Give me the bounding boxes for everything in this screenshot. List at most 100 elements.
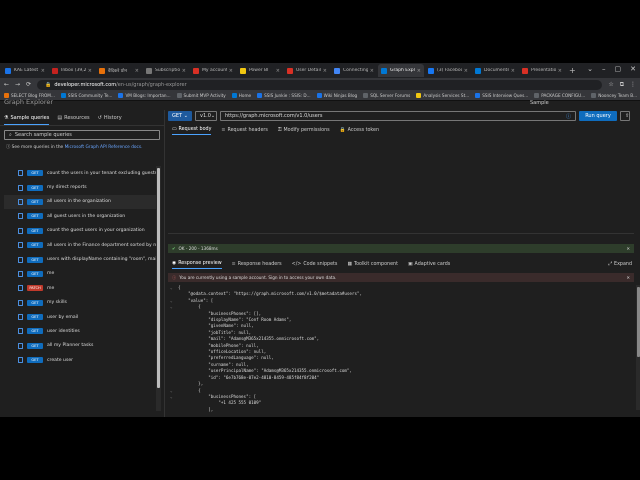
close-icon[interactable]: ×	[276, 68, 280, 74]
bookmark-item[interactable]: Analysis Services St...	[416, 93, 469, 98]
document-icon[interactable]	[18, 170, 23, 177]
scrollbar-thumb[interactable]	[636, 287, 640, 357]
close-icon[interactable]: ×	[88, 68, 92, 74]
close-icon[interactable]: ×	[558, 68, 562, 74]
browser-tab[interactable]: My account ×	[190, 64, 236, 77]
tab-request-body[interactable]: ▭ Request body	[172, 127, 212, 135]
forward-icon[interactable]: →	[15, 81, 20, 88]
document-icon[interactable]	[18, 270, 23, 277]
version-select[interactable]: v1.0 ⌄	[195, 111, 217, 121]
close-icon[interactable]: ✕	[630, 65, 636, 73]
sample-query-item[interactable]: GET all guest users in the organization	[4, 209, 156, 223]
document-icon[interactable]	[18, 242, 23, 249]
tab-adaptive-cards[interactable]: ▣ Adaptive cards	[408, 261, 450, 269]
document-icon[interactable]	[18, 328, 23, 335]
close-icon[interactable]: ×	[511, 68, 515, 74]
extensions-icon[interactable]: ⧉	[620, 81, 624, 89]
bookmark-item[interactable]: PACKAGE CONFIGU...	[534, 93, 585, 98]
document-icon[interactable]	[18, 256, 23, 263]
browser-tab[interactable]: Presentation×	[519, 64, 565, 77]
maximize-icon[interactable]: ▢	[615, 65, 622, 73]
close-icon[interactable]: ✕	[626, 275, 630, 280]
document-icon[interactable]	[18, 285, 23, 292]
document-icon[interactable]	[18, 342, 23, 349]
chevron-down-icon[interactable]: ⌄	[587, 65, 593, 73]
tab-response-preview[interactable]: ◉ Response preview	[172, 261, 222, 269]
response-preview-code[interactable]: ⌄{ "@odata.context": "https://graph.micr…	[170, 285, 630, 415]
close-icon[interactable]: ×	[370, 68, 374, 74]
bookmark-item[interactable]: Home	[231, 93, 251, 98]
bookmark-item[interactable]: SSIS Community Te...	[60, 93, 112, 98]
sample-query-item[interactable]: GET users with displayName containing "ro…	[4, 252, 156, 266]
browser-tab[interactable]: Graph Explo×	[378, 64, 424, 77]
tab-code-snippets[interactable]: </> Code snippets	[292, 261, 338, 269]
sample-query-item[interactable]: GET count the users in your tenant exclud…	[4, 166, 156, 180]
tab-access-token[interactable]: 🔒 Access token	[340, 127, 379, 135]
close-icon[interactable]: ×	[229, 68, 233, 74]
reload-icon[interactable]: ⟳	[26, 81, 31, 88]
menu-icon[interactable]: ⋮	[630, 81, 636, 89]
new-tab-icon[interactable]: +	[569, 66, 576, 75]
browser-tab[interactable]: Power BI ×	[237, 64, 283, 77]
browser-tab[interactable]: Inbox (39,21)×	[49, 64, 95, 77]
sample-query-item[interactable]: GET user identities	[4, 324, 156, 338]
browser-tab[interactable]: Documents ×	[472, 64, 518, 77]
bookmark-item[interactable]: Submit MVP Activity	[176, 93, 226, 98]
sample-query-item[interactable]: GET all my Planner tasks	[4, 339, 156, 353]
bookmark-item[interactable]: VM Blogs: Importan...	[118, 93, 171, 98]
document-icon[interactable]	[18, 227, 23, 234]
sample-query-item[interactable]: GET count the guest users in your organiz…	[4, 224, 156, 238]
back-icon[interactable]: ←	[4, 81, 9, 88]
browser-tab[interactable]: Subscription×	[143, 64, 189, 77]
search-input[interactable]: ⌕ Search sample queries	[4, 130, 160, 140]
browser-tab[interactable]: Connecting ×	[331, 64, 377, 77]
browser-tab[interactable]: KAE Latest Ne×	[2, 64, 48, 77]
document-icon[interactable]	[18, 299, 23, 306]
close-icon[interactable]: ×	[41, 68, 45, 74]
bookmark-item[interactable]: SSIS Interview Ques...	[475, 93, 528, 98]
tab-history[interactable]: ↺ History	[98, 114, 122, 125]
document-icon[interactable]	[18, 184, 23, 191]
sample-query-item[interactable]: GET my skills	[4, 296, 156, 310]
sample-query-item[interactable]: GET all users in the Finance department s…	[4, 238, 156, 252]
close-icon[interactable]: ×	[464, 68, 468, 74]
sample-query-item[interactable]: GET me	[4, 267, 156, 281]
browser-tab[interactable]: User Details ×	[284, 64, 330, 77]
sample-query-item[interactable]: GET user by email	[4, 310, 156, 324]
sample-query-item[interactable]: PATCH me	[4, 281, 156, 295]
request-url-input[interactable]: https://graph.microsoft.com/v1.0/users ⓘ	[220, 111, 576, 121]
document-icon[interactable]	[18, 357, 23, 364]
sidebar-scrollbar[interactable]	[156, 166, 161, 411]
close-icon[interactable]: ×	[135, 68, 139, 74]
tab-sample-queries[interactable]: ⚗ Sample queries	[4, 114, 50, 125]
request-body-editor[interactable]	[168, 136, 634, 234]
share-icon[interactable]: ⇪	[620, 111, 630, 121]
document-icon[interactable]	[18, 314, 23, 321]
sample-query-item[interactable]: GET create user	[4, 353, 156, 367]
star-icon[interactable]: ☆	[608, 81, 613, 89]
tab-request-headers[interactable]: ≡ Request headers	[221, 127, 267, 135]
browser-tab[interactable]: (3) Facebook×	[425, 64, 471, 77]
url-input[interactable]: 🔒 developer.microsoft.com /en-us/graph/g…	[37, 79, 603, 90]
sample-query-item[interactable]: GET my direct reports	[4, 180, 156, 194]
sample-query-item[interactable]: GET all users in the organization	[4, 194, 156, 210]
close-icon[interactable]: ×	[323, 68, 327, 74]
bookmark-item[interactable]: Nooncey Team B...	[591, 93, 637, 98]
bookmark-item[interactable]: SQL Server Forums	[363, 93, 410, 98]
api-docs-link[interactable]: Microsoft Graph API Reference docs.	[65, 145, 143, 150]
browser-tab[interactable]: वैदिकरे प्रोन ×	[96, 64, 142, 77]
run-query-button[interactable]: Run query	[579, 111, 617, 121]
tab-resources[interactable]: ▤ Resources	[57, 114, 89, 125]
expand-button[interactable]: ⤢ Expand	[608, 261, 632, 269]
document-icon[interactable]	[18, 213, 23, 220]
close-icon[interactable]: ✕	[626, 246, 630, 251]
tab-response-headers[interactable]: ≡ Response headers	[232, 261, 282, 269]
tab-modify-permissions[interactable]: ⚿ Modify permissions	[278, 127, 330, 135]
scrollbar-thumb[interactable]	[157, 168, 160, 388]
fold-icon[interactable]	[170, 407, 178, 413]
method-select[interactable]: GET ⌄	[168, 111, 192, 121]
bookmark-item[interactable]: Wiki Ninjas Blog	[316, 93, 357, 98]
tab-toolkit-component[interactable]: ▦ Toolkit component	[347, 261, 398, 269]
document-icon[interactable]	[18, 198, 23, 205]
response-scrollbar[interactable]	[636, 285, 640, 410]
